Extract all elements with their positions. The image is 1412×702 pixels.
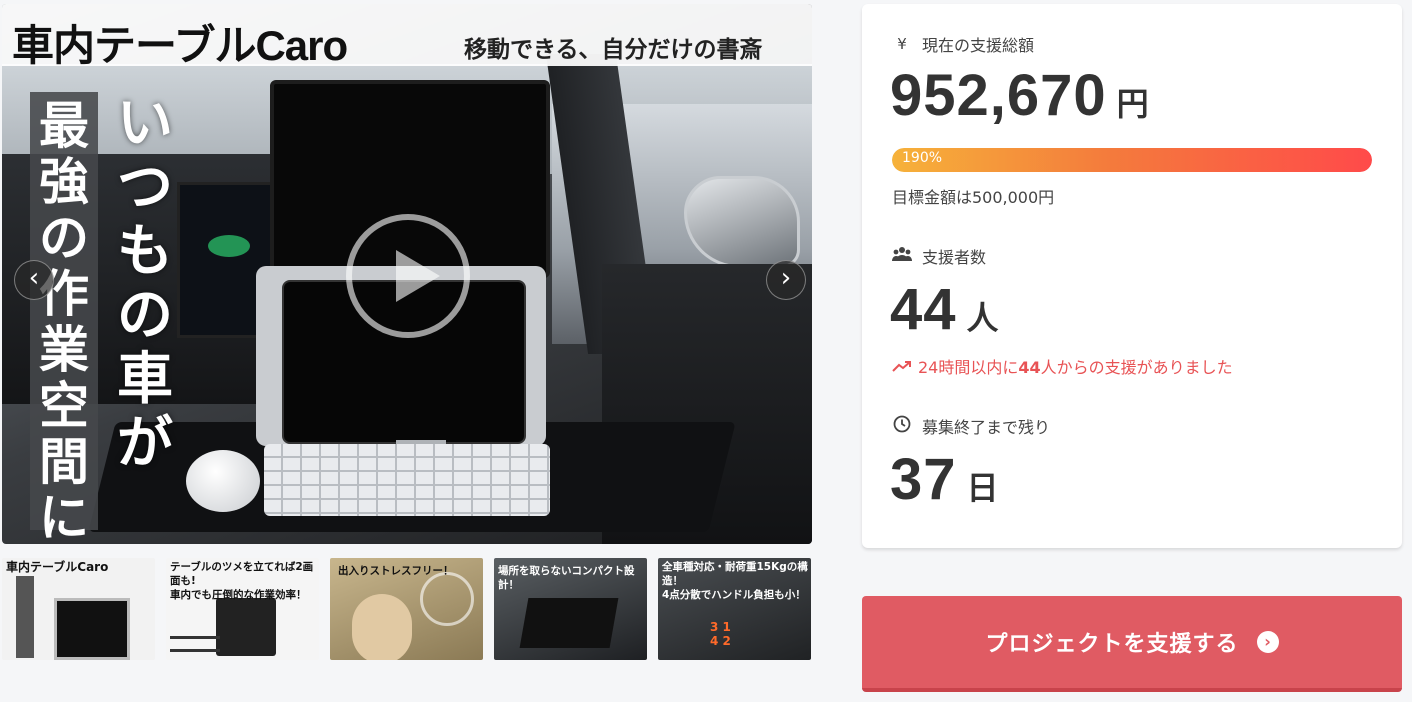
trend-prefix: 24時間以内に: [918, 358, 1019, 377]
main-media[interactable]: 車内テーブルCaro 移動できる、自分だけの書斎 最強の作業空間に いつもの車が…: [2, 4, 812, 544]
remaining-days: 37 日: [890, 446, 999, 513]
support-project-button[interactable]: プロジェクトを支援する ›: [862, 596, 1402, 692]
media-banner: 車内テーブルCaro 移動できる、自分だけの書斎: [2, 4, 812, 69]
goal-text: 目標金額は500,000円: [892, 188, 1055, 207]
thumbnail-caption: 場所を取らないコンパクト設計！: [498, 565, 635, 591]
recent-support-notice: 24時間以内に44人からの支援がありました: [892, 354, 1233, 378]
trend-count: 44: [1018, 358, 1041, 377]
product-title: 車内テーブルCaro: [12, 22, 348, 69]
play-icon[interactable]: [346, 214, 470, 338]
chevron-right-icon[interactable]: ›: [766, 260, 806, 300]
thumbnail-caption: テーブルのツメを立てれば2画面も! 車内でも圧倒的な作業効率！: [170, 561, 314, 601]
thumbnail-caption: 出入りストレスフリー！: [338, 565, 454, 577]
total-label-row: ¥ 現在の支援総額: [892, 32, 1034, 56]
vertical-copy-left: 最強の作業空間に: [30, 92, 98, 544]
product-subtitle: 移動できる、自分だけの書斎: [464, 37, 763, 63]
thumbnail-caption: 車内テーブルCaro: [6, 560, 109, 574]
supporters-label-row: 支援者数: [892, 244, 986, 268]
total-amount: 952,670 円: [890, 62, 1149, 129]
total-value: 952,670: [890, 63, 1107, 128]
thumbnail-caption: 全車種対応・耐荷重15Kgの構造！ 4点分散でハンドル負担も小！: [662, 561, 808, 601]
supporters-unit: 人: [966, 299, 999, 337]
thumbnail-3[interactable]: 出入りストレスフリー！: [330, 558, 483, 660]
remaining-label: 募集終了まで残り: [922, 418, 1051, 437]
vertical-copy-right: いつもの車が: [117, 91, 173, 476]
progress-text: 190%: [902, 150, 943, 166]
thumbnail-5[interactable]: 3 14 2 全車種対応・耐荷重15Kgの構造！ 4点分散でハンドル負担も小！: [658, 558, 811, 660]
progress-fill: [892, 148, 1372, 172]
mouse: [186, 450, 260, 512]
thumbnail-2[interactable]: テーブルのツメを立てれば2画面も! 車内でも圧倒的な作業効率！: [166, 558, 319, 660]
chevron-left-icon[interactable]: ‹: [14, 260, 54, 300]
total-unit: 円: [1116, 85, 1149, 123]
trending-up-icon: [892, 357, 912, 376]
total-label: 現在の支援総額: [922, 36, 1035, 55]
support-project-label: プロジェクトを支援する: [985, 632, 1239, 657]
yen-icon: ¥: [897, 35, 907, 53]
chevron-circle-right-icon: ›: [1256, 631, 1279, 653]
thumbnail-1[interactable]: 車内テーブルCaro: [2, 558, 155, 660]
keyboard: [264, 444, 550, 516]
supporters-label: 支援者数: [922, 248, 987, 267]
thumbnail-strip: 車内テーブルCaro テーブルのツメを立てれば2画面も! 車内でも圧倒的な作業効…: [2, 558, 812, 660]
funding-stats-card: ¥ 現在の支援総額 952,670 円 190% 目標金額は500,000円 支…: [862, 4, 1402, 548]
trend-suffix: 人からの支援がありました: [1040, 358, 1233, 377]
clock-icon: [892, 415, 912, 437]
remaining-unit: 日: [966, 469, 999, 507]
users-icon: [892, 246, 912, 266]
supporters-count: 44 人: [890, 276, 999, 343]
thumbnail-4[interactable]: 場所を取らないコンパクト設計！: [494, 558, 647, 660]
remaining-label-row: 募集終了まで残り: [892, 414, 1050, 438]
remaining-value: 37: [890, 447, 957, 512]
supporters-value: 44: [890, 277, 957, 342]
progress-bar: 190%: [892, 148, 1372, 172]
